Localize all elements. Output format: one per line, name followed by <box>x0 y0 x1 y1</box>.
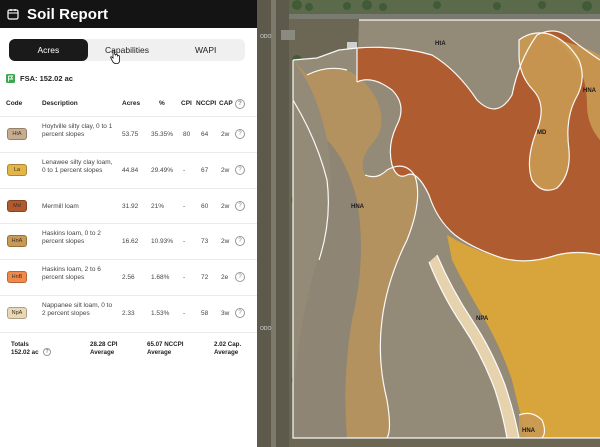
totals-cap: 2.02 Cap. <box>214 341 242 348</box>
map-label-npa: NPA <box>476 316 489 322</box>
soil-cpi: - <box>183 238 186 246</box>
row-help-icon[interactable]: ? <box>235 272 245 283</box>
soil-cap: 2w <box>221 202 230 210</box>
fsa-label: FSA: 152.02 ac <box>20 74 73 83</box>
tab-capabilities[interactable]: Capabilities <box>88 39 167 61</box>
header-percent: % <box>159 100 165 107</box>
soil-code-chip: La <box>7 163 27 176</box>
soil-description: Mermill loam <box>42 202 79 210</box>
soil-description: Lenawee silty clay loam, 0 to 1 percent … <box>42 158 113 174</box>
map-label-hna-mid: HNA <box>351 204 365 210</box>
header-acres: Acres <box>122 100 141 107</box>
row-help-icon[interactable]: ? <box>235 200 245 211</box>
soil-acres: 2.33 <box>122 310 135 317</box>
soil-cpi: - <box>183 202 186 210</box>
soil-percent: 10.93% <box>151 238 174 246</box>
row-help-icon[interactable]: ? <box>235 129 245 139</box>
soil-acres: 44.84 <box>122 166 139 174</box>
soil-nccpi: 64 <box>201 131 209 138</box>
soil-nccpi: 72 <box>201 274 209 282</box>
soil-acres: 16.62 <box>122 238 139 246</box>
row-help-icon[interactable]: ? <box>235 164 245 175</box>
soil-percent: 1.68% <box>151 274 170 282</box>
soil-cpi: - <box>183 166 186 174</box>
totals-row: Totals 152.02 ac ? 28.28 CPI Average 65.… <box>0 332 257 362</box>
table-row[interactable]: HnB Haskins loam, 2 to 6 percent slopes 2.… <box>0 259 257 294</box>
soil-cpi: - <box>183 274 186 282</box>
soil-code-chip: Md <box>7 199 27 212</box>
soil-nccpi: 58 <box>201 310 209 317</box>
totals-cpi-sub: Average <box>90 349 115 356</box>
tab-wapi[interactable]: WAPI <box>166 39 245 61</box>
soil-acres: 2.56 <box>122 274 135 282</box>
soil-cap: 2w <box>221 166 230 174</box>
soil-code-chip: HnB <box>7 271 27 284</box>
flag-icon <box>6 74 15 83</box>
table-row[interactable]: HnA Haskins loam, 0 to 2 percent slopes 16… <box>0 223 257 258</box>
table-row[interactable]: La Lenawee silty clay loam, 0 to 1 percen… <box>0 151 257 187</box>
header-description: Description <box>42 100 78 107</box>
soil-description: Haskins loam, 0 to 2 percent slopes <box>42 230 101 246</box>
fsa-summary: FSA: 152.02 ac <box>6 74 73 83</box>
soil-map[interactable]: HtA HNA MD HNA NPA HNA ODO ODO <box>257 0 600 447</box>
header-cpi: CPI <box>181 100 192 107</box>
calendar-icon <box>7 8 19 20</box>
header-nccpi: NCCPI <box>196 100 217 107</box>
soil-percent: 35.35% <box>151 131 174 138</box>
soil-nccpi: 60 <box>201 202 209 210</box>
road-label-top: ODO <box>260 34 272 40</box>
header-code: Code <box>6 100 23 107</box>
tab-bar: Acres Capabilities WAPI <box>9 39 245 61</box>
soil-acres: 31.92 <box>122 202 139 210</box>
soil-percent: 1.53% <box>151 310 170 317</box>
soil-cap: 2e <box>221 274 229 282</box>
map-label-hta: HtA <box>435 41 446 47</box>
soil-report-panel: Soil Report Acres Capabilities WAPI FSA:… <box>0 0 257 447</box>
soil-cap: 2w <box>221 238 230 246</box>
header-cap: CAP <box>219 100 233 107</box>
page-title: Soil Report <box>27 5 109 23</box>
table-row[interactable]: HtA Hoytville silty clay, 0 to 1 percent … <box>0 116 257 151</box>
soil-cpi: 80 <box>183 131 191 138</box>
totals-help-icon[interactable]: ? <box>43 348 51 356</box>
soil-nccpi: 73 <box>201 238 209 246</box>
map-label-hna-bottom: HNA <box>522 428 536 434</box>
soil-percent: 21% <box>151 202 165 210</box>
table-row[interactable]: NpA Nappanee silt loam, 0 to 2 percent sl… <box>0 295 257 330</box>
soil-cap: 2w <box>221 131 230 138</box>
soil-code-chip: NpA <box>7 307 27 319</box>
table-row[interactable]: Md Mermill loam 31.92 21% - 60 2w? <box>0 187 257 223</box>
totals-acres: 152.02 ac <box>11 349 39 356</box>
tab-acres[interactable]: Acres <box>9 39 88 61</box>
totals-cpi: 28.28 CPI <box>90 341 118 348</box>
totals-cap-sub: Average <box>214 349 239 356</box>
map-label-md: MD <box>537 130 547 136</box>
panel-header: Soil Report <box>0 0 257 28</box>
help-icon[interactable]: ? <box>235 99 245 109</box>
soil-description: Nappanee silt loam, 0 to 2 percent slope… <box>42 302 113 317</box>
soil-cap: 3w <box>221 310 230 317</box>
totals-nccpi: 65.07 NCCPI <box>147 341 184 348</box>
row-help-icon[interactable]: ? <box>235 308 245 318</box>
table-header: Code Description Acres % CPI NCCPI CAP ? <box>0 98 257 112</box>
soil-percent: 29.49% <box>151 166 174 174</box>
soil-description: Hoytville silty clay, 0 to 1 percent slo… <box>42 123 113 138</box>
hand-cursor-icon <box>110 50 120 64</box>
road-label-bottom: ODO <box>260 326 272 332</box>
totals-label: Totals <box>11 341 29 348</box>
soil-nccpi: 67 <box>201 166 209 174</box>
soil-acres: 53.75 <box>122 131 139 138</box>
totals-nccpi-sub: Average <box>147 349 172 356</box>
soil-description: Haskins loam, 2 to 6 percent slopes <box>42 266 101 282</box>
row-help-icon[interactable]: ? <box>235 236 245 247</box>
map-label-hna-top: HNA <box>583 88 597 94</box>
soil-cpi: - <box>183 310 186 317</box>
soil-code-chip: HtA <box>7 128 27 140</box>
soil-code-chip: HnA <box>7 235 27 248</box>
